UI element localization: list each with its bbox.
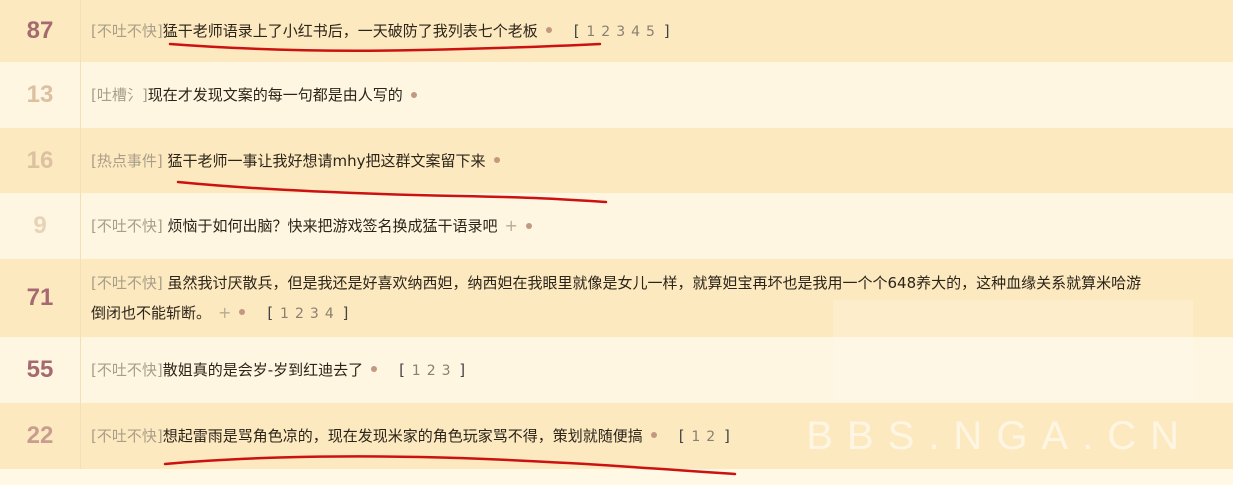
- topic-line: 倒闭也不能斩断。 + [ 1234 ]: [91, 298, 348, 329]
- topic-title-link-continued[interactable]: 倒闭也不能斩断。: [91, 304, 211, 322]
- topic-category-link[interactable]: [不吐不快]: [91, 217, 163, 235]
- topic-tail: +: [498, 216, 532, 235]
- reply-count: 87: [0, 0, 81, 62]
- reply-count: 71: [0, 259, 81, 337]
- page-link[interactable]: 2: [601, 24, 612, 40]
- topic-line: [吐槽氵]现在才发现文案的每一句都是由人写的: [91, 80, 417, 110]
- page-link[interactable]: 2: [706, 429, 717, 445]
- expand-plus-icon[interactable]: +: [218, 303, 231, 322]
- page-link[interactable]: 1: [412, 363, 423, 379]
- topic-cell: [吐槽氵]现在才发现文案的每一句都是由人写的: [81, 62, 1233, 128]
- topic-category-link[interactable]: [吐槽氵]: [91, 86, 148, 104]
- topic-tail: [486, 152, 500, 170]
- reply-count: 55: [0, 337, 81, 403]
- page-link[interactable]: 1: [280, 306, 291, 322]
- pager-bracket-open: [: [678, 426, 690, 445]
- topic-cell: [不吐不快]猛干老师语录上了小红书后，一天破防了我列表七个老板 [ 12345 ]: [81, 0, 1233, 62]
- topic-list: 87 [不吐不快]猛干老师语录上了小红书后，一天破防了我列表七个老板[ 12345…: [0, 0, 1233, 485]
- reply-count: 16: [0, 128, 81, 193]
- topic-line: [不吐不快] 虽然我讨厌散兵，但是我还是好喜欢纳西妲，纳西妲在我眼里就像是女儿一…: [91, 268, 1141, 298]
- topic-title-link[interactable]: 猛干老师语录上了小红书后，一天破防了我列表七个老板: [163, 22, 538, 40]
- topic-category-link[interactable]: [不吐不快]: [91, 274, 163, 292]
- topic-category-link[interactable]: [不吐不快]: [91, 427, 163, 445]
- topic-title-link[interactable]: 想起雷雨是骂角色凉的，现在发现米家的角色玩家骂不得，策划就随便搞: [163, 427, 643, 445]
- topic-line: [不吐不快]散姐真的是会岁-岁到红迪去了 [ 123 ]: [91, 355, 465, 386]
- pager-bracket-open: [: [573, 21, 585, 40]
- topic-tail: + [ 1234 ]: [211, 303, 348, 322]
- page-link[interactable]: 4: [325, 306, 336, 322]
- new-post-dot-icon: [650, 432, 657, 438]
- topic-tail: [ 12345 ]: [538, 22, 670, 40]
- page-link[interactable]: 2: [427, 363, 438, 379]
- pager-bracket-close: ]: [337, 303, 349, 322]
- topic-cell: [热点事件] 猛干老师一事让我好想请mhy把这群文案留下来: [81, 128, 1233, 193]
- pager-bracket-close: ]: [658, 21, 670, 40]
- topic-row: 22 [不吐不快]想起雷雨是骂角色凉的，现在发现米家的角色玩家骂不得，策划就随便搞…: [0, 403, 1233, 469]
- topic-row: 9 [不吐不快] 烦恼于如何出脑？快来把游戏签名换成猛干语录吧 +: [0, 193, 1233, 259]
- page-link[interactable]: 1: [586, 24, 597, 40]
- page-links: [ 12345 ]: [574, 22, 670, 40]
- page-link[interactable]: 3: [310, 306, 321, 322]
- page-links: [ 1234 ]: [267, 304, 348, 322]
- topic-line: [不吐不快]猛干老师语录上了小红书后，一天破防了我列表七个老板 [ 12345 ]: [91, 16, 670, 47]
- page-link[interactable]: 1: [691, 429, 702, 445]
- page-link[interactable]: 4: [631, 24, 642, 40]
- topic-title-link[interactable]: 现在才发现文案的每一句都是由人写的: [148, 86, 403, 104]
- topic-category-link[interactable]: [热点事件]: [91, 152, 163, 170]
- topic-line: [不吐不快]想起雷雨是骂角色凉的，现在发现米家的角色玩家骂不得，策划就随便搞 [ …: [91, 421, 730, 452]
- topic-cell: [不吐不快] 虽然我讨厌散兵，但是我还是好喜欢纳西妲，纳西妲在我眼里就像是女儿一…: [81, 259, 1233, 337]
- pager-bracket-close: ]: [454, 360, 466, 379]
- page-link[interactable]: 2: [295, 306, 306, 322]
- topic-line: [不吐不快] 烦恼于如何出脑？快来把游戏签名换成猛干语录吧 +: [91, 211, 532, 241]
- expand-plus-icon[interactable]: +: [505, 216, 518, 235]
- new-post-dot-icon: [493, 157, 500, 163]
- topic-line: [热点事件] 猛干老师一事让我好想请mhy把这群文案留下来: [91, 146, 500, 176]
- reply-count: 9: [0, 193, 81, 259]
- reply-count: 22: [0, 403, 81, 469]
- topic-row: 55 [不吐不快]散姐真的是会岁-岁到红迪去了 [ 123 ]: [0, 337, 1233, 403]
- topic-title-link[interactable]: 散姐真的是会岁-岁到红迪去了: [163, 361, 363, 379]
- topic-category-link[interactable]: [不吐不快]: [91, 22, 163, 40]
- page-link[interactable]: 3: [616, 24, 627, 40]
- topic-cell: [不吐不快]散姐真的是会岁-岁到红迪去了 [ 123 ]: [81, 337, 1233, 403]
- topic-category-link[interactable]: [不吐不快]: [91, 361, 163, 379]
- topic-tail: [ 123 ]: [363, 361, 465, 379]
- topic-title-link[interactable]: 虽然我讨厌散兵，但是我还是好喜欢纳西妲，纳西妲在我眼里就像是女儿一样，就算妲宝再…: [163, 274, 1141, 292]
- topic-row: 87 [不吐不快]猛干老师语录上了小红书后，一天破防了我列表七个老板 [ 12345…: [0, 0, 1233, 62]
- topic-tail: [403, 86, 417, 104]
- new-post-dot-icon: [410, 91, 417, 98]
- page-link[interactable]: 3: [442, 363, 453, 379]
- pager-bracket-open: [: [399, 360, 410, 379]
- page-links: [ 123 ]: [399, 361, 465, 379]
- topic-cell: [不吐不快]想起雷雨是骂角色凉的，现在发现米家的角色玩家骂不得，策划就随便搞 [ …: [81, 403, 1233, 469]
- topic-row: 16 [热点事件] 猛干老师一事让我好想请mhy把这群文案留下来: [0, 128, 1233, 193]
- pager-bracket-open: [: [267, 303, 279, 322]
- topic-row: 71 [不吐不快] 虽然我讨厌散兵，但是我还是好喜欢纳西妲，纳西妲在我眼里就像是女…: [0, 259, 1233, 337]
- reply-count: 13: [0, 62, 81, 128]
- page-link[interactable]: 5: [646, 24, 657, 40]
- new-post-dot-icon: [239, 309, 246, 315]
- new-post-dot-icon: [525, 222, 532, 229]
- topic-cell: [不吐不快] 烦恼于如何出脑？快来把游戏签名换成猛干语录吧 +: [81, 193, 1233, 259]
- topic-title-link[interactable]: 猛干老师一事让我好想请mhy把这群文案留下来: [163, 152, 485, 170]
- new-post-dot-icon: [545, 27, 552, 33]
- topic-row: 13 [吐槽氵]现在才发现文案的每一句都是由人写的: [0, 62, 1233, 128]
- topic-title-link[interactable]: 烦恼于如何出脑？快来把游戏签名换成猛干语录吧: [163, 217, 497, 235]
- page-links: [ 12 ]: [679, 427, 730, 445]
- new-post-dot-icon: [371, 366, 378, 372]
- topic-tail: [ 12 ]: [643, 427, 730, 445]
- topic-rows: 87 [不吐不快]猛干老师语录上了小红书后，一天破防了我列表七个老板[ 12345…: [0, 0, 1233, 469]
- pager-bracket-close: ]: [719, 426, 730, 445]
